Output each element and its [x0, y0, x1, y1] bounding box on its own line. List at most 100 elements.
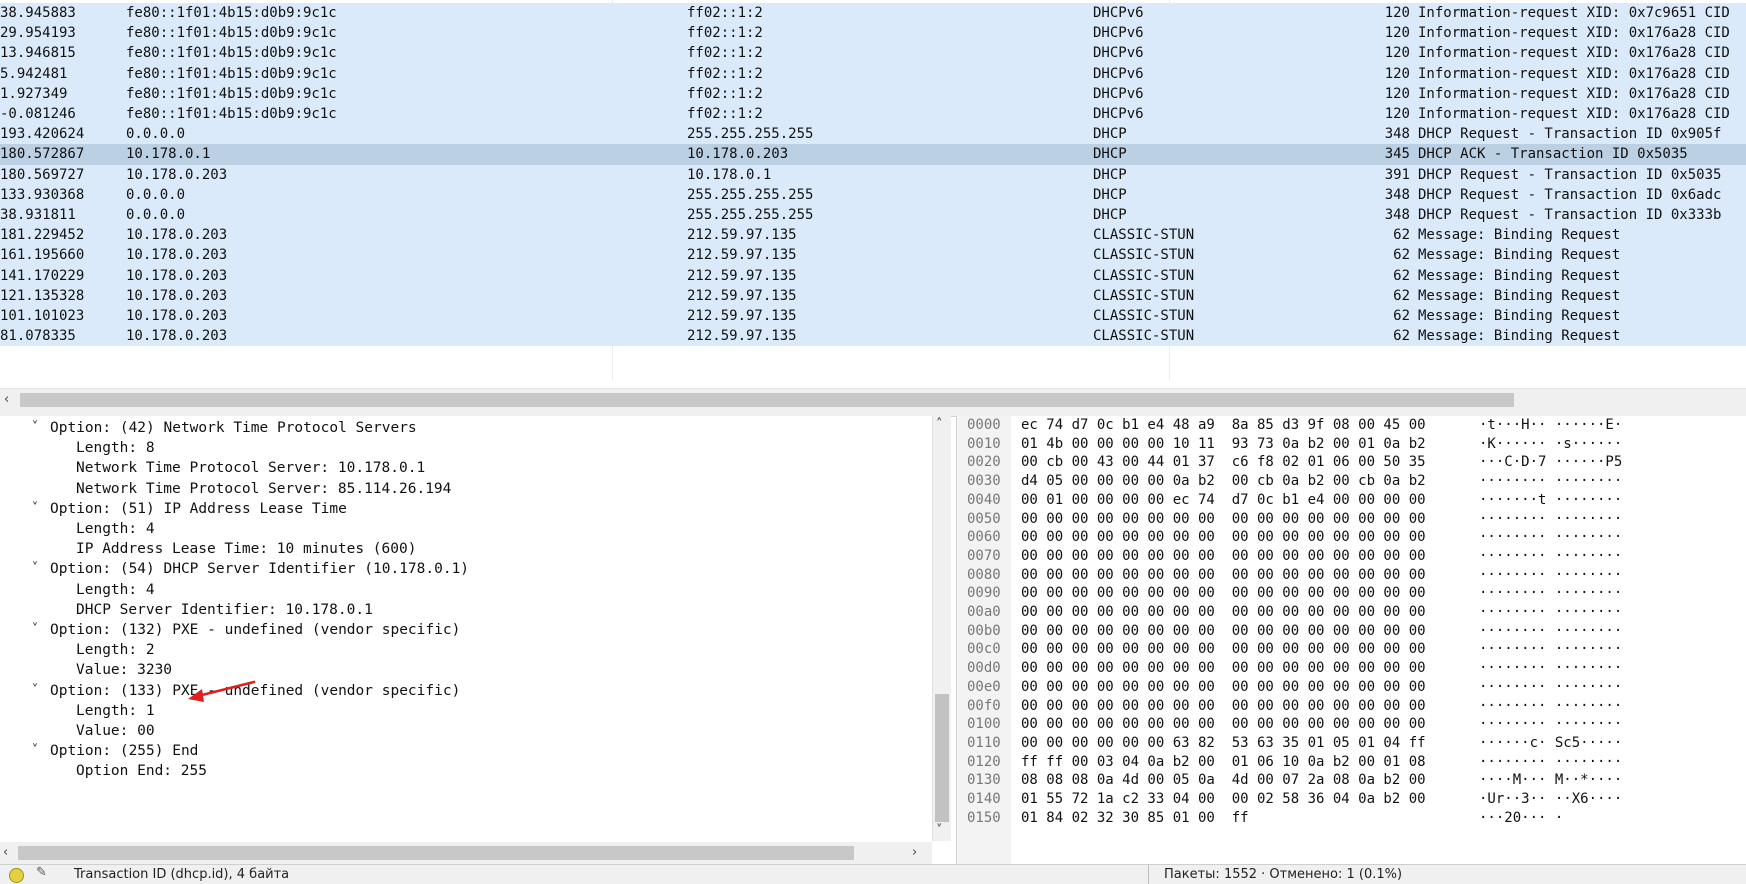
hex-row[interactable]: 00a0 00 00 00 00 00 00 00 00 00 00 00 00 …: [957, 603, 1746, 622]
packet-row-selected[interactable]: 180.572867 10.178.0.1 10.178.0.203 DHCP 345 D…: [0, 144, 1746, 165]
packet-info: Message: Binding Request: [1418, 267, 1621, 284]
packet-protocol: DHCPv6: [1093, 65, 1144, 82]
packet-source: 10.178.0.203: [126, 287, 228, 304]
packet-row[interactable]: 13.946815 fe80::1f01:4b15:d0b9:9c1c ff02::…: [0, 43, 1746, 64]
packet-row[interactable]: 38.931811 0.0.0.0 255.255.255.255 DHCP 348 DH…: [0, 205, 1746, 226]
packet-source: 0.0.0.0: [126, 126, 186, 143]
tree-field[interactable]: DHCP Server Identifier: 10.178.0.1: [76, 600, 373, 623]
hex-offset: 0150: [967, 809, 1001, 826]
hex-row[interactable]: 0120 ff ff 00 03 04 0a b2 00 01 06 10 0a …: [957, 753, 1746, 772]
hex-bytes: 00 00 00 00 00 00 00 00 00 00 00 00 00 0…: [1021, 716, 1426, 733]
details-vscroll[interactable]: ˄ ˅: [932, 416, 951, 841]
scroll-thumb[interactable]: [935, 694, 949, 822]
packet-row[interactable]: 1.927349 fe80::1f01:4b15:d0b9:9c1c ff02::1…: [0, 83, 1746, 104]
hex-row[interactable]: 00e0 00 00 00 00 00 00 00 00 00 00 00 00 …: [957, 678, 1746, 697]
packet-row[interactable]: -0.081246 fe80::1f01:4b15:d0b9:9c1c ff02::…: [0, 104, 1746, 125]
tree-field[interactable]: Network Time Protocol Server: 10.178.0.1: [76, 458, 425, 481]
packet-row[interactable]: 5.942481 fe80::1f01:4b15:d0b9:9c1c ff02::1…: [0, 63, 1746, 84]
chevron-down-icon[interactable]: ˅: [26, 499, 44, 522]
packet-time: 141.170229: [0, 267, 85, 284]
packet-info: DHCP Request - Transaction ID 0x905f: [1418, 126, 1722, 143]
packet-protocol: CLASSIC-STUN: [1093, 287, 1195, 304]
arrow-right-icon[interactable]: ›: [912, 846, 917, 860]
hex-row[interactable]: 00f0 00 00 00 00 00 00 00 00 00 00 00 00 …: [957, 697, 1746, 716]
hex-offset: 0080: [967, 566, 1001, 583]
tree-field[interactable]: Value: 00: [76, 721, 155, 744]
packet-row[interactable]: 193.420624 0.0.0.0 255.255.255.255 DHCP 348 D…: [0, 124, 1746, 145]
packet-list-hscroll[interactable]: ‹: [0, 388, 1746, 411]
hex-row[interactable]: 0010 01 4b 00 00 00 00 10 11 93 73 0a b2 …: [957, 435, 1746, 454]
hex-row[interactable]: 0080 00 00 00 00 00 00 00 00 00 00 00 00 …: [957, 566, 1746, 585]
hex-row[interactable]: 00b0 00 00 00 00 00 00 00 00 00 00 00 00 …: [957, 622, 1746, 641]
tree-field[interactable]: Length: 4: [76, 519, 155, 542]
packet-row[interactable]: 121.135328 10.178.0.203 212.59.97.135 CLASS…: [0, 285, 1746, 306]
packet-info: Information-request XID: 0x176a28 CID: [1418, 45, 1730, 62]
packet-row[interactable]: 81.078335 10.178.0.203 212.59.97.135 CLASSI…: [0, 326, 1746, 347]
packet-protocol: DHCP: [1093, 207, 1127, 223]
hex-row[interactable]: 0140 01 55 72 1a c2 33 04 00 00 02 58 36 …: [957, 790, 1746, 809]
arrow-left-icon[interactable]: ‹: [3, 846, 8, 860]
hex-row[interactable]: 0150 01 84 02 32 30 85 01 00 ff ···20··· ·: [957, 809, 1746, 828]
hex-row[interactable]: 0130 08 08 08 0a 4d 00 05 0a 4d 00 07 2a …: [957, 771, 1746, 790]
arrow-up-icon[interactable]: ˄: [936, 418, 943, 432]
packet-row[interactable]: 101.101023 10.178.0.203 212.59.97.135 CLASS…: [0, 306, 1746, 327]
packet-row[interactable]: 141.170229 10.178.0.203 212.59.97.135 CLASS…: [0, 265, 1746, 286]
packet-time: 193.420624: [0, 126, 85, 143]
hex-ascii: ·K······ ·s······: [1479, 435, 1623, 452]
tree-field[interactable]: Length: 4: [76, 580, 155, 603]
tree-field[interactable]: Length: 1: [76, 701, 155, 724]
scroll-thumb[interactable]: [18, 846, 854, 860]
tree-field[interactable]: IP Address Lease Time: 10 minutes (600): [76, 539, 416, 562]
packet-row[interactable]: 38.945883 fe80::1f01:4b15:d0b9:9c1c ff02::…: [0, 3, 1746, 24]
tree-field[interactable]: Network Time Protocol Server: 85.114.26.…: [76, 479, 451, 502]
packet-time: 13.946815: [0, 45, 76, 62]
arrow-left-icon[interactable]: ‹: [4, 393, 9, 407]
hex-ascii: ········ ········: [1479, 753, 1623, 770]
hex-row[interactable]: 0000 ec 74 d7 0c b1 e4 48 a9 8a 85 d3 9f …: [957, 416, 1746, 435]
chevron-down-icon[interactable]: ˅: [26, 620, 44, 643]
hex-row[interactable]: 00c0 00 00 00 00 00 00 00 00 00 00 00 00 …: [957, 640, 1746, 659]
hex-row[interactable]: 0050 00 00 00 00 00 00 00 00 00 00 00 00 …: [957, 510, 1746, 529]
packet-row[interactable]: 133.930368 0.0.0.0 255.255.255.255 DHCP 348 D…: [0, 184, 1746, 205]
hex-row[interactable]: 0030 d4 05 00 00 00 00 0a b2 00 cb 0a b2 …: [957, 472, 1746, 491]
hex-row[interactable]: 0100 00 00 00 00 00 00 00 00 00 00 00 00 …: [957, 715, 1746, 734]
tree-node-option[interactable]: Option: (42) Network Time Protocol Serve…: [50, 418, 417, 441]
tree-node-option[interactable]: Option: (255) End: [50, 741, 198, 764]
hex-row[interactable]: 0110 00 00 00 00 00 00 63 82 53 63 35 01 …: [957, 734, 1746, 753]
hex-bytes: 01 4b 00 00 00 00 10 11 93 73 0a b2 00 0…: [1021, 435, 1426, 452]
tree-node-option[interactable]: Option: (54) DHCP Server Identifier (10.…: [50, 559, 469, 582]
packet-row[interactable]: 29.954193 fe80::1f01:4b15:d0b9:9c1c ff02::…: [0, 23, 1746, 44]
tree-node-option[interactable]: Option: (51) IP Address Lease Time: [50, 499, 347, 522]
hex-row[interactable]: 0090 00 00 00 00 00 00 00 00 00 00 00 00 …: [957, 584, 1746, 603]
packet-row[interactable]: 181.229452 10.178.0.203 212.59.97.135 CLASS…: [0, 225, 1746, 246]
scroll-thumb[interactable]: [20, 393, 1514, 407]
chevron-down-icon[interactable]: ˅: [26, 559, 44, 582]
chevron-down-icon[interactable]: ˅: [26, 741, 44, 764]
tree-node-option[interactable]: Option: (132) PXE - undefined (vendor sp…: [50, 620, 460, 643]
packet-info: Information-request XID: 0x176a28 CID: [1418, 65, 1730, 82]
packet-source: fe80::1f01:4b15:d0b9:9c1c: [126, 65, 337, 82]
chevron-down-icon[interactable]: ˅: [26, 418, 44, 441]
packet-time: 161.195660: [0, 247, 85, 264]
packet-row[interactable]: 180.569727 10.178.0.203 10.178.0.1 DHCP 391 D…: [0, 164, 1746, 185]
hex-row[interactable]: 0070 00 00 00 00 00 00 00 00 00 00 00 00 …: [957, 547, 1746, 566]
packet-row[interactable]: 161.195660 10.178.0.203 212.59.97.135 CLASS…: [0, 245, 1746, 266]
details-hscroll[interactable]: ‹ ›: [0, 842, 932, 864]
hex-ascii: ·t···H·· ······E·: [1479, 417, 1623, 433]
tree-field[interactable]: Option End: 255: [76, 761, 207, 784]
edit-comment-icon[interactable]: ✎: [36, 865, 54, 881]
hex-row[interactable]: 0020 00 cb 00 43 00 44 01 37 c6 f8 02 01 …: [957, 453, 1746, 472]
hex-bytes: 01 55 72 1a c2 33 04 00 00 02 58 36 04 0…: [1021, 791, 1426, 807]
tree-field[interactable]: Length: 2: [76, 640, 155, 663]
hex-row[interactable]: 0060 00 00 00 00 00 00 00 00 00 00 00 00 …: [957, 528, 1746, 547]
chevron-down-icon[interactable]: ˅: [26, 681, 44, 704]
arrow-down-icon[interactable]: ˅: [936, 824, 943, 838]
tree-field[interactable]: Value: 3230: [76, 660, 172, 683]
hex-row[interactable]: 0040 00 01 00 00 00 00 ec 74 d7 0c b1 e4 …: [957, 491, 1746, 510]
hex-row[interactable]: 00d0 00 00 00 00 00 00 00 00 00 00 00 00 …: [957, 659, 1746, 678]
annotation-arrow-icon: [188, 680, 256, 702]
tree-field[interactable]: Length: 8: [76, 438, 155, 461]
hex-ascii: ········ ········: [1479, 473, 1623, 490]
status-led-icon[interactable]: [9, 868, 24, 883]
packet-destination: ff02::1:2: [687, 45, 763, 62]
